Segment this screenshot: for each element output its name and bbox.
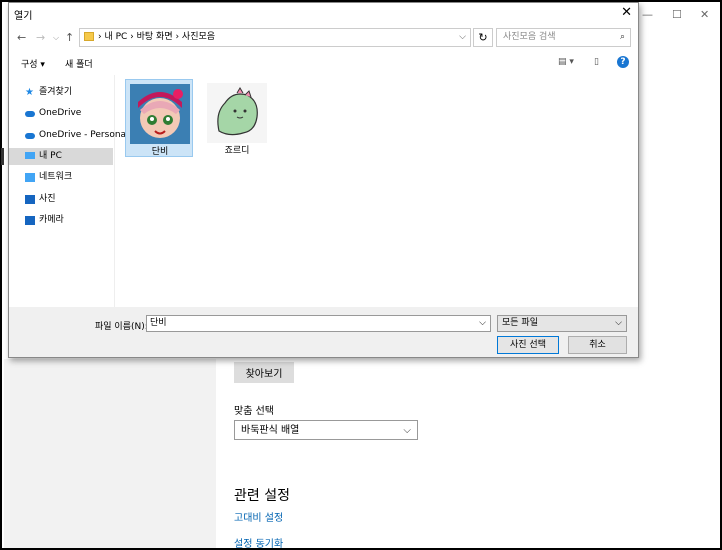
dialog-titlebar: 열기 ✕ [9, 3, 638, 23]
chevron-down-icon[interactable]: ⌵ [479, 316, 486, 331]
filetype-value: 모든 파일 [502, 318, 538, 328]
open-file-dialog: 열기 ✕ ← → ⌵ ↑ › 내 PC › 바탕 화면 › 사진모음 ⌵ ↻ 사… [1, 2, 639, 358]
sidebar-item-label: 내 PC [39, 151, 62, 161]
file-name: 단비 [151, 147, 169, 157]
new-folder-button[interactable]: 새 폴더 [65, 57, 93, 70]
cancel-button[interactable]: 취소 [568, 336, 627, 354]
file-name: 죠르디 [224, 146, 250, 156]
filename-label: 파일 이름(N): [95, 322, 148, 332]
file-item-danbi[interactable]: 단비 [125, 79, 193, 157]
browse-button[interactable]: 찾아보기 [234, 362, 294, 383]
open-button[interactable]: 사진 선택 [497, 336, 559, 354]
search-placeholder: 사진모음 검색 [503, 32, 556, 42]
sidebar-item-this-pc[interactable]: 내 PC [1, 148, 113, 165]
settings-sidebar [4, 359, 216, 548]
sidebar-item-label: 사진 [39, 194, 56, 204]
dialog-footer: 파일 이름(N): 단비 ⌵ 모든 파일 ⌵ 사진 선택 취소 [9, 307, 638, 357]
sidebar-item-onedrive[interactable]: OneDrive [9, 105, 113, 122]
sync-settings-link[interactable]: 설정 동기화 [234, 535, 283, 550]
address-bar[interactable]: › 내 PC › 바탕 화면 › 사진모음 ⌵ [79, 28, 471, 47]
close-icon[interactable]: ✕ [621, 5, 632, 20]
sidebar-item-label: 즐겨찾기 [39, 87, 73, 97]
help-icon[interactable]: ? [617, 56, 629, 68]
forward-arrow-icon[interactable]: → [36, 31, 45, 44]
sidebar-item-label: 카메라 [39, 215, 64, 225]
sidebar-item-network[interactable]: 네트워크 [9, 169, 113, 186]
high-contrast-link[interactable]: 고대비 설정 [234, 509, 283, 524]
filetype-select[interactable]: 모든 파일 ⌵ [497, 315, 627, 332]
computer-icon [25, 152, 35, 159]
fit-label: 맞춤 선택 [234, 406, 274, 417]
sidebar-item-pictures[interactable]: 사진 [9, 191, 113, 208]
refresh-icon[interactable]: ↻ [473, 28, 493, 47]
minimize-icon[interactable]: — [642, 8, 653, 21]
sidebar-item-onedrive-personal[interactable]: OneDrive - Personal [9, 127, 129, 144]
related-settings-heading: 관련 설정 [234, 488, 290, 504]
danbi-thumbnail [130, 84, 190, 144]
cloud-icon [25, 111, 35, 117]
jordy-thumbnail [207, 83, 267, 143]
file-list: 단비 죠르디 [115, 75, 638, 307]
preview-pane-icon[interactable]: ▯ [594, 57, 599, 67]
filename-value: 단비 [150, 318, 167, 328]
pictures-icon [25, 195, 35, 204]
maximize-icon[interactable]: ☐ [672, 8, 682, 21]
chevron-down-icon: ⌵ [403, 425, 411, 436]
chevron-down-icon: ⌵ [615, 318, 622, 328]
star-icon: ★ [25, 87, 34, 98]
network-icon [25, 173, 35, 182]
camera-icon [25, 216, 35, 225]
breadcrumb: › 내 PC › 바탕 화면 › 사진모음 [98, 32, 216, 42]
search-input[interactable]: 사진모음 검색 ⌕ [496, 28, 631, 47]
dialog-toolbar: 구성 ▾ 새 폴더 ▤ ▾ ▯ ? [9, 53, 638, 73]
sidebar-item-label: OneDrive [39, 108, 82, 118]
folder-icon [84, 32, 94, 41]
filename-field[interactable]: 단비 ⌵ [146, 315, 491, 332]
close-window-icon[interactable]: ✕ [700, 8, 709, 21]
dialog-title: 열기 [14, 11, 33, 22]
fit-select[interactable]: 바둑판식 배열 ⌵ [234, 420, 418, 440]
fit-select-value: 바둑판식 배열 [241, 425, 300, 436]
recent-dropdown-icon[interactable]: ⌵ [53, 33, 59, 43]
up-arrow-icon[interactable]: ↑ [65, 31, 74, 44]
organize-button[interactable]: 구성 ▾ [21, 57, 45, 70]
file-item-jordy[interactable]: 죠르디 [203, 79, 271, 157]
view-options-icon[interactable]: ▤ ▾ [558, 57, 574, 67]
address-dropdown-icon[interactable]: ⌵ [459, 29, 466, 46]
sidebar-item-quick-access[interactable]: ★ 즐겨찾기 [9, 84, 113, 101]
search-icon: ⌕ [619, 32, 625, 42]
sidebar-item-label: 네트워크 [39, 172, 73, 182]
back-arrow-icon[interactable]: ← [17, 31, 26, 44]
navigation-pane: ★ 즐겨찾기 OneDrive OneDrive - Personal 내 PC… [1, 75, 129, 307]
navigation-bar: ← → ⌵ ↑ › 내 PC › 바탕 화면 › 사진모음 ⌵ ↻ 사진모음 검… [9, 25, 638, 51]
cloud-icon [25, 133, 35, 139]
sidebar-item-camera[interactable]: 카메라 [9, 212, 113, 229]
